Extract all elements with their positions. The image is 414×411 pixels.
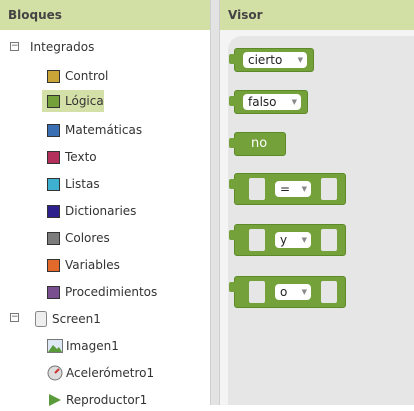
block-dropdown[interactable]: cierto ▼ bbox=[243, 52, 307, 68]
category-label: Control bbox=[65, 69, 109, 83]
accelerometer-icon bbox=[47, 365, 63, 381]
block-falso[interactable]: falso ▼ bbox=[229, 90, 308, 114]
block-notch bbox=[229, 138, 237, 148]
panel-splitter[interactable] bbox=[210, 0, 220, 405]
component-acelerometro1[interactable]: Acelerómetro1 bbox=[47, 362, 154, 384]
block-dropdown[interactable]: y ▼ bbox=[275, 232, 311, 248]
category-procedimientos[interactable]: Procedimientos bbox=[47, 281, 157, 303]
dropdown-value: y bbox=[280, 233, 288, 247]
block-no[interactable]: no bbox=[229, 132, 286, 156]
viewer-header: Visor bbox=[220, 0, 414, 30]
tree-item-screen1[interactable]: Screen1 bbox=[33, 308, 101, 330]
block-dropdown[interactable]: o ▼ bbox=[275, 284, 311, 300]
category-label: Colores bbox=[65, 231, 110, 245]
category-label: Matemáticas bbox=[65, 123, 143, 137]
input-slot-right[interactable] bbox=[321, 178, 337, 200]
block-notch bbox=[229, 96, 237, 106]
block-dropdown[interactable]: = ▼ bbox=[275, 181, 311, 197]
category-label: Variables bbox=[65, 258, 120, 272]
dropdown-arrow-icon: ▼ bbox=[301, 236, 307, 244]
dictionaries-color-icon bbox=[47, 204, 60, 218]
dropdown-value: cierto bbox=[248, 53, 283, 67]
dropdown-arrow-icon: ▼ bbox=[301, 185, 307, 193]
input-slot-left[interactable] bbox=[249, 281, 265, 303]
viewer-panel: Visor cierto ▼ falso ▼ no = ▼ y ▼ o ▼ bbox=[220, 0, 414, 405]
dropdown-arrow-icon: ▼ bbox=[291, 98, 297, 106]
screen-icon bbox=[33, 311, 49, 327]
variables-color-icon bbox=[47, 258, 60, 272]
category-matematicas[interactable]: Matemáticas bbox=[47, 119, 142, 141]
block-or[interactable]: o ▼ bbox=[229, 276, 346, 308]
procedimientos-color-icon bbox=[47, 285, 60, 299]
blocks-panel: Bloques − Integrados Control Lógica Mate… bbox=[0, 0, 210, 407]
input-slot-right[interactable] bbox=[321, 281, 337, 303]
blocks-header: Bloques bbox=[0, 0, 210, 30]
logica-color-icon bbox=[47, 94, 60, 108]
category-label: Texto bbox=[65, 150, 97, 164]
block-notch bbox=[229, 230, 237, 240]
dropdown-arrow-icon: ▼ bbox=[301, 288, 307, 296]
block-cierto[interactable]: cierto ▼ bbox=[229, 48, 314, 72]
block-notch bbox=[229, 54, 237, 64]
collapse-screen1-icon[interactable]: − bbox=[10, 313, 19, 322]
block-compare[interactable]: = ▼ bbox=[229, 173, 346, 205]
tree-item-integrados[interactable]: Integrados bbox=[30, 36, 94, 58]
dropdown-arrow-icon: ▼ bbox=[297, 56, 303, 64]
category-label: Procedimientos bbox=[65, 285, 158, 299]
texto-color-icon bbox=[47, 150, 60, 164]
category-listas[interactable]: Listas bbox=[47, 173, 100, 195]
block-label: no bbox=[251, 136, 268, 151]
component-imagen1[interactable]: Imagen1 bbox=[47, 335, 119, 357]
dropdown-value: falso bbox=[248, 95, 277, 109]
control-color-icon bbox=[47, 69, 60, 83]
block-notch bbox=[229, 282, 237, 292]
input-slot-left[interactable] bbox=[249, 178, 265, 200]
category-label: Lógica bbox=[65, 94, 104, 108]
component-label: Imagen1 bbox=[66, 339, 119, 353]
category-logica[interactable]: Lógica bbox=[42, 90, 104, 112]
matematicas-color-icon bbox=[47, 123, 60, 137]
category-dictionaries[interactable]: Dictionaries bbox=[47, 200, 136, 222]
collapse-integrados-icon[interactable]: − bbox=[10, 42, 19, 51]
player-icon bbox=[47, 392, 63, 408]
category-label: Listas bbox=[65, 177, 100, 191]
listas-color-icon bbox=[47, 177, 60, 191]
component-reproductor1[interactable]: Reproductor1 bbox=[47, 389, 147, 411]
dropdown-value: = bbox=[280, 182, 291, 196]
category-texto[interactable]: Texto bbox=[47, 146, 97, 168]
block-and[interactable]: y ▼ bbox=[229, 224, 346, 256]
input-slot-right[interactable] bbox=[321, 229, 337, 251]
component-label: Acelerómetro1 bbox=[66, 366, 155, 380]
dropdown-value: o bbox=[280, 285, 288, 299]
input-slot-left[interactable] bbox=[249, 229, 265, 251]
tree-item-label: Integrados bbox=[30, 40, 95, 54]
category-control[interactable]: Control bbox=[47, 65, 108, 87]
block-dropdown[interactable]: falso ▼ bbox=[243, 94, 301, 110]
category-colores[interactable]: Colores bbox=[47, 227, 110, 249]
colores-color-icon bbox=[47, 231, 60, 245]
category-label: Dictionaries bbox=[65, 204, 137, 218]
block-notch bbox=[229, 179, 237, 189]
image-icon bbox=[47, 338, 63, 354]
category-variables[interactable]: Variables bbox=[47, 254, 120, 276]
tree-item-label: Screen1 bbox=[52, 312, 101, 326]
